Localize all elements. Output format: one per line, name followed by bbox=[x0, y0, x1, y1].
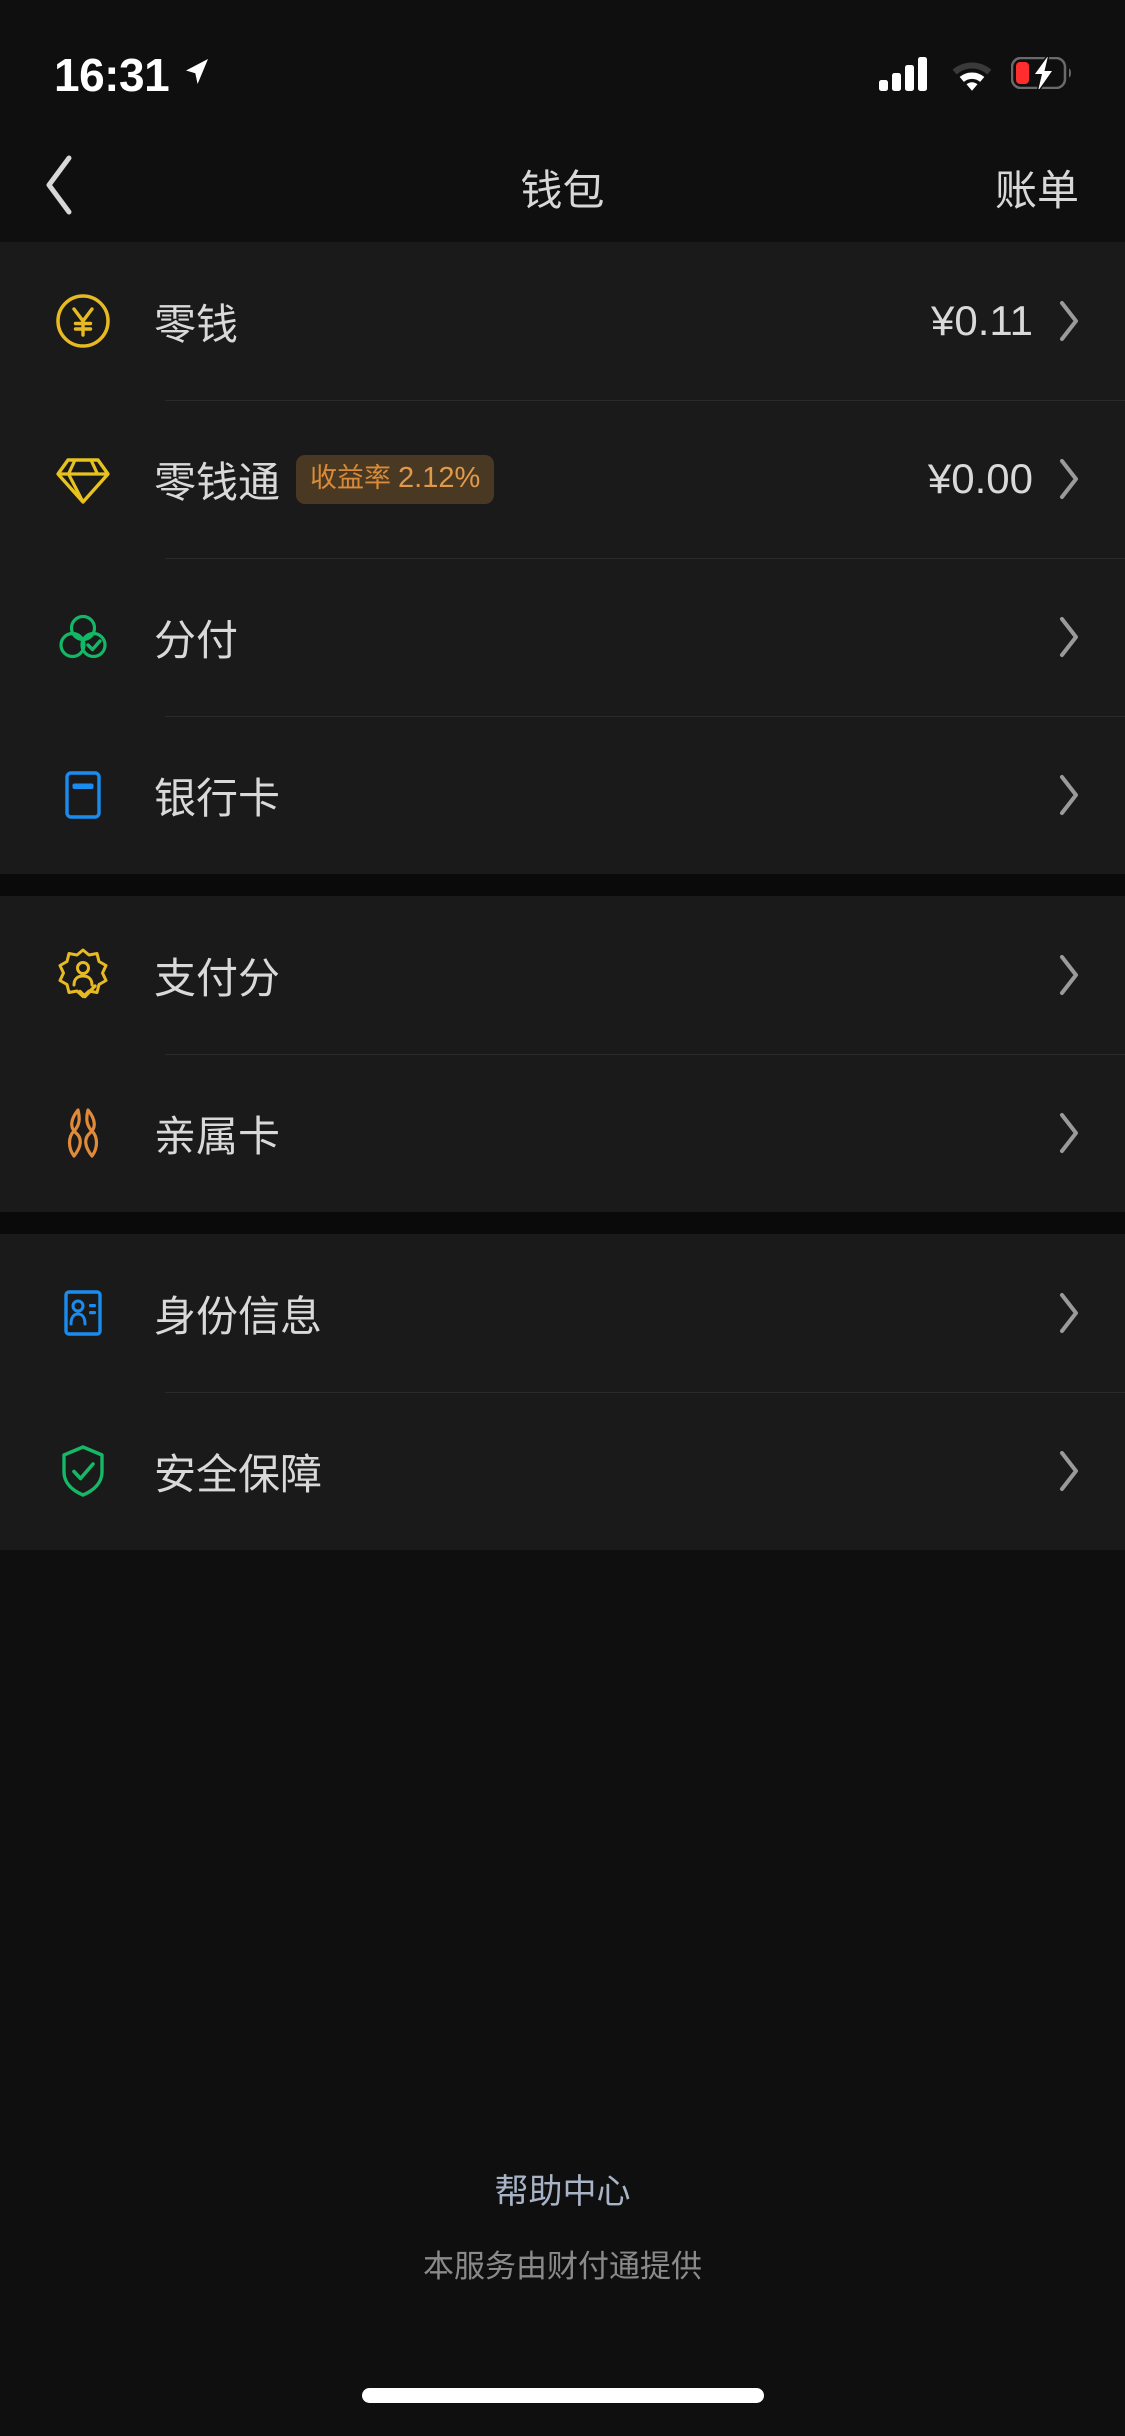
row-label: 安全保障 bbox=[154, 1450, 323, 1498]
wallet-section-services: 支付分 亲属卡 bbox=[0, 896, 1125, 1212]
family-card-icon bbox=[52, 1102, 114, 1164]
chevron-right-icon bbox=[1057, 299, 1081, 343]
content-filler bbox=[0, 1550, 1125, 2164]
row-identity-info[interactable]: 身份信息 bbox=[0, 1234, 1125, 1392]
row-label: 分付 bbox=[154, 616, 239, 664]
battery-charging-low-icon bbox=[1010, 54, 1073, 94]
chevron-right-icon bbox=[1057, 1291, 1081, 1335]
row-change-plus[interactable]: 零钱通 收益率 2.12% ¥0.00 bbox=[0, 400, 1125, 558]
section-gap bbox=[0, 1212, 1125, 1234]
row-label: 银行卡 bbox=[154, 774, 281, 822]
badge-label: 收益率 bbox=[310, 462, 392, 493]
row-label: 支付分 bbox=[154, 954, 281, 1002]
shield-check-icon bbox=[52, 1440, 114, 1502]
diamond-icon bbox=[52, 448, 114, 510]
row-label: 零钱通 bbox=[154, 458, 281, 506]
row-change[interactable]: 零钱 ¥0.11 bbox=[0, 242, 1125, 400]
chevron-right-icon bbox=[1057, 953, 1081, 997]
wallet-list: 零钱 ¥0.11 零钱通 收益率 2.12% ¥0.00 分付 银行卡 支付分 … bbox=[0, 242, 1125, 2382]
wifi-icon bbox=[949, 55, 995, 96]
row-label: 身份信息 bbox=[154, 1292, 323, 1340]
row-payment-score[interactable]: 支付分 bbox=[0, 896, 1125, 1054]
chevron-right-icon bbox=[1057, 773, 1081, 817]
badge-value: 2.12% bbox=[398, 461, 481, 494]
row-value: ¥0.00 bbox=[927, 455, 1033, 502]
chevron-right-icon bbox=[1057, 1449, 1081, 1493]
nav-bar: 钱包 账单 bbox=[0, 132, 1125, 242]
footer: 帮助中心 本服务由财付通提供 bbox=[0, 2164, 1125, 2382]
status-bar: 16:31 bbox=[0, 0, 1125, 132]
bills-button[interactable]: 账单 bbox=[995, 157, 1083, 218]
yuan-coin-icon bbox=[52, 290, 114, 352]
yield-rate-badge: 收益率 2.12% bbox=[296, 454, 495, 504]
back-button[interactable] bbox=[42, 152, 112, 222]
chevron-right-icon bbox=[1057, 1111, 1081, 1155]
wallet-screen: 16:31 钱包 账单 零钱 ¥0.11 零钱通 收益率 2.12% ¥0.00… bbox=[0, 0, 1125, 2436]
status-bar-left: 16:31 bbox=[54, 52, 213, 98]
page-title: 钱包 bbox=[520, 166, 605, 214]
provider-note: 本服务由财付通提供 bbox=[423, 2249, 702, 2284]
chevron-left-icon bbox=[42, 154, 76, 221]
row-bank-card[interactable]: 银行卡 bbox=[0, 716, 1125, 874]
row-security-guarantee[interactable]: 安全保障 bbox=[0, 1392, 1125, 1550]
wallet-section-accounts: 零钱 ¥0.11 零钱通 收益率 2.12% ¥0.00 分付 银行卡 bbox=[0, 242, 1125, 874]
wallet-section-security: 身份信息 安全保障 bbox=[0, 1234, 1125, 1550]
payment-score-badge-icon bbox=[52, 944, 114, 1006]
bank-card-icon bbox=[52, 764, 114, 826]
id-card-icon bbox=[52, 1282, 114, 1344]
three-circles-check-icon bbox=[52, 606, 114, 668]
row-label: 零钱 bbox=[154, 300, 239, 348]
chevron-right-icon bbox=[1057, 615, 1081, 659]
home-indicator-area bbox=[0, 2382, 1125, 2436]
home-indicator-bar[interactable] bbox=[361, 2388, 764, 2403]
help-center-link[interactable]: 帮助中心 bbox=[0, 2164, 1125, 2213]
row-value: ¥0.11 bbox=[931, 297, 1033, 344]
status-bar-clock: 16:31 bbox=[54, 49, 170, 101]
status-bar-right bbox=[879, 54, 1073, 96]
cellular-signal-icon bbox=[879, 55, 933, 96]
row-family-card[interactable]: 亲属卡 bbox=[0, 1054, 1125, 1212]
location-arrow-icon bbox=[179, 55, 213, 94]
chevron-right-icon bbox=[1057, 457, 1081, 501]
row-fenfu[interactable]: 分付 bbox=[0, 558, 1125, 716]
row-label: 亲属卡 bbox=[154, 1112, 281, 1160]
section-gap bbox=[0, 874, 1125, 896]
